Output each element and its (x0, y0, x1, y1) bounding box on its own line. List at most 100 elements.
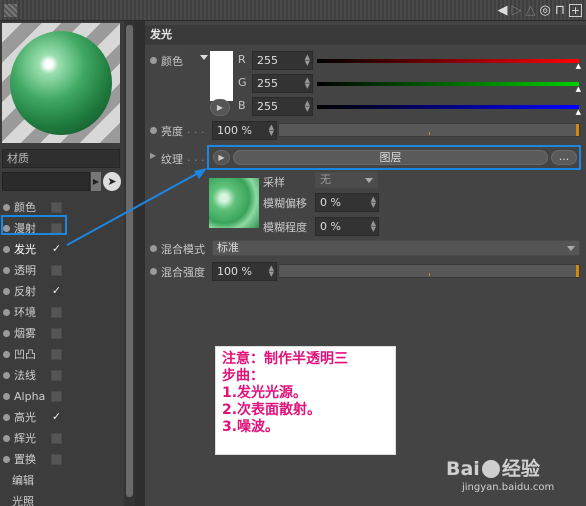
up-icon[interactable]: △ (526, 3, 536, 18)
r-stepper-icon[interactable]: ▲ ▼ (305, 54, 310, 67)
channel-filter-input[interactable] (2, 172, 90, 191)
channel-checkbox[interactable] (51, 391, 62, 402)
mix-strength-value-field[interactable]: 100 % ▲ ▼ (212, 262, 277, 281)
channel-checkbox[interactable]: ✓ (51, 285, 62, 297)
texture-thumbnail[interactable] (209, 178, 259, 228)
texture-highlight-box: ▶ 图层 ... (207, 145, 581, 170)
channel-checkbox[interactable] (51, 202, 62, 213)
texture-play-button[interactable]: ▶ (213, 150, 230, 165)
watermark-brand-left: Bai (446, 458, 480, 480)
channel-item[interactable]: 烟雾 (0, 323, 124, 344)
swatch-dropdown-icon[interactable] (200, 55, 208, 60)
channel-checkbox[interactable] (51, 454, 62, 465)
texture-layer-button[interactable]: 图层 (233, 150, 548, 165)
channel-dot-icon (3, 372, 10, 379)
scrollbar-thumb[interactable] (126, 25, 133, 497)
channel-item[interactable]: 发光 ✓ (0, 239, 124, 260)
panel-divider (135, 21, 145, 506)
channel-item[interactable]: 高光 ✓ (0, 407, 124, 428)
blur-offset-field[interactable]: 0 % ▲ ▼ (315, 193, 379, 212)
emission-highlight-box (1, 215, 67, 235)
channel-item[interactable]: 置换 (0, 449, 124, 470)
watermark-url: jingyan.baidu.com (462, 482, 555, 493)
channel-dot-icon (3, 309, 10, 316)
note-line-2: 步曲： (222, 368, 264, 384)
channel-item[interactable]: 编辑 (0, 470, 124, 491)
channel-label: 光照 (12, 495, 34, 506)
texture-dots: . . . (187, 151, 205, 164)
picker-icon[interactable]: ➤ (103, 172, 121, 191)
g-marker-icon[interactable]: ▲ (576, 85, 581, 93)
channel-checkbox[interactable] (51, 307, 62, 318)
channel-checkbox[interactable] (51, 328, 62, 339)
sidebar-scrollbar[interactable] (124, 21, 135, 506)
material-sidebar: 材质 ▶ ➤ 颜色 漫射 发光 ✓ 透明 反射 ✓ 环境 烟雾 凹凸 法线 Alpha 高光 ✓ 辉光 置换编… (0, 21, 124, 506)
channel-item[interactable]: Alpha (0, 386, 124, 407)
lock-icon[interactable]: ⊓ (555, 3, 565, 18)
mix-strength-slider[interactable] (278, 264, 580, 278)
channel-checkbox[interactable] (51, 349, 62, 360)
mix-mode-value: 标准 (217, 241, 239, 254)
r-gradient-slider[interactable]: ▲ (317, 59, 581, 70)
g-value-field[interactable]: 255 ▲ ▼ (252, 74, 313, 93)
grip-icon[interactable] (4, 4, 17, 17)
channel-item[interactable]: 透明 (0, 260, 124, 281)
color-anim-dot[interactable] (150, 57, 157, 64)
r-value-field[interactable]: 255 ▲ ▼ (252, 51, 313, 70)
blur-scale-value: 0 % (320, 220, 341, 233)
add-icon[interactable]: + (569, 4, 582, 17)
brightness-tick (429, 132, 430, 135)
channel-item[interactable]: 光照 (0, 491, 124, 506)
b-marker-icon[interactable]: ▲ (576, 108, 581, 116)
brightness-slider[interactable] (278, 123, 580, 137)
history-icon[interactable]: ◎ (540, 3, 551, 18)
paw-icon (481, 460, 500, 478)
blur-scale-stepper-icon[interactable]: ▲ ▼ (371, 220, 376, 233)
forward-icon[interactable]: ▷ (512, 3, 522, 18)
sampling-dropdown[interactable]: 无 (315, 172, 378, 188)
channel-item[interactable]: 反射 ✓ (0, 281, 124, 302)
texture-expand-icon[interactable]: ▶ (150, 151, 156, 160)
channel-label: 反射 (14, 285, 36, 298)
channel-dot-icon (3, 393, 10, 400)
channel-checkbox[interactable] (51, 370, 62, 381)
channel-item[interactable]: 辉光 (0, 428, 124, 449)
channel-label: Alpha (14, 390, 46, 403)
back-icon[interactable]: ◀ (498, 3, 508, 18)
brightness-anim-dot[interactable] (150, 127, 157, 134)
color-swatch[interactable] (210, 51, 233, 101)
b-gradient-slider[interactable]: ▲ (317, 105, 581, 116)
channel-checkbox[interactable]: ✓ (51, 243, 62, 255)
channel-list: 颜色 漫射 发光 ✓ 透明 反射 ✓ 环境 烟雾 凹凸 法线 Alpha 高光 ✓ 辉光 置换 编辑 光照 (0, 197, 124, 506)
channel-label: 辉光 (14, 432, 36, 445)
color-mode-button[interactable]: ▶ (210, 99, 230, 116)
mix-strength-label: 混合强度 (161, 266, 205, 279)
channel-checkbox[interactable] (51, 265, 62, 276)
channel-item[interactable]: 环境 (0, 302, 124, 323)
b-value-field[interactable]: 255 ▲ ▼ (252, 97, 313, 116)
texture-more-button[interactable]: ... (551, 150, 577, 165)
mix-mode-dropdown[interactable]: 标准 (212, 240, 580, 256)
blur-scale-field[interactable]: 0 % ▲ ▼ (315, 217, 379, 236)
material-preview[interactable] (2, 23, 120, 143)
channel-item[interactable]: 法线 (0, 365, 124, 386)
g-gradient-slider[interactable]: ▲ (317, 82, 581, 93)
blur-offset-value: 0 % (320, 196, 341, 209)
b-stepper-icon[interactable]: ▲ ▼ (305, 100, 310, 113)
brightness-value-field[interactable]: 100 % ▲ ▼ (212, 121, 277, 140)
g-stepper-icon[interactable]: ▲ ▼ (305, 77, 310, 90)
r-marker-icon[interactable]: ▲ (576, 62, 581, 70)
material-name-field[interactable]: 材质 (2, 149, 120, 168)
channel-checkbox[interactable] (51, 433, 62, 444)
blur-offset-stepper-icon[interactable]: ▲ ▼ (371, 196, 376, 209)
channel-checkbox[interactable]: ✓ (51, 411, 62, 423)
channel-label: 烟雾 (14, 327, 36, 340)
top-toolbar: ◀ ▷ △ ◎ ⊓ + (498, 2, 582, 19)
brightness-stepper-icon[interactable]: ▲ ▼ (269, 124, 274, 137)
channel-item[interactable]: 凹凸 (0, 344, 124, 365)
mix-mode-anim-dot[interactable] (150, 245, 157, 252)
mix-strength-stepper-icon[interactable]: ▲ ▼ (269, 265, 274, 278)
filter-arrow-icon[interactable]: ▶ (91, 172, 101, 191)
chevron-down-icon (567, 246, 575, 251)
mix-strength-anim-dot[interactable] (150, 268, 157, 275)
